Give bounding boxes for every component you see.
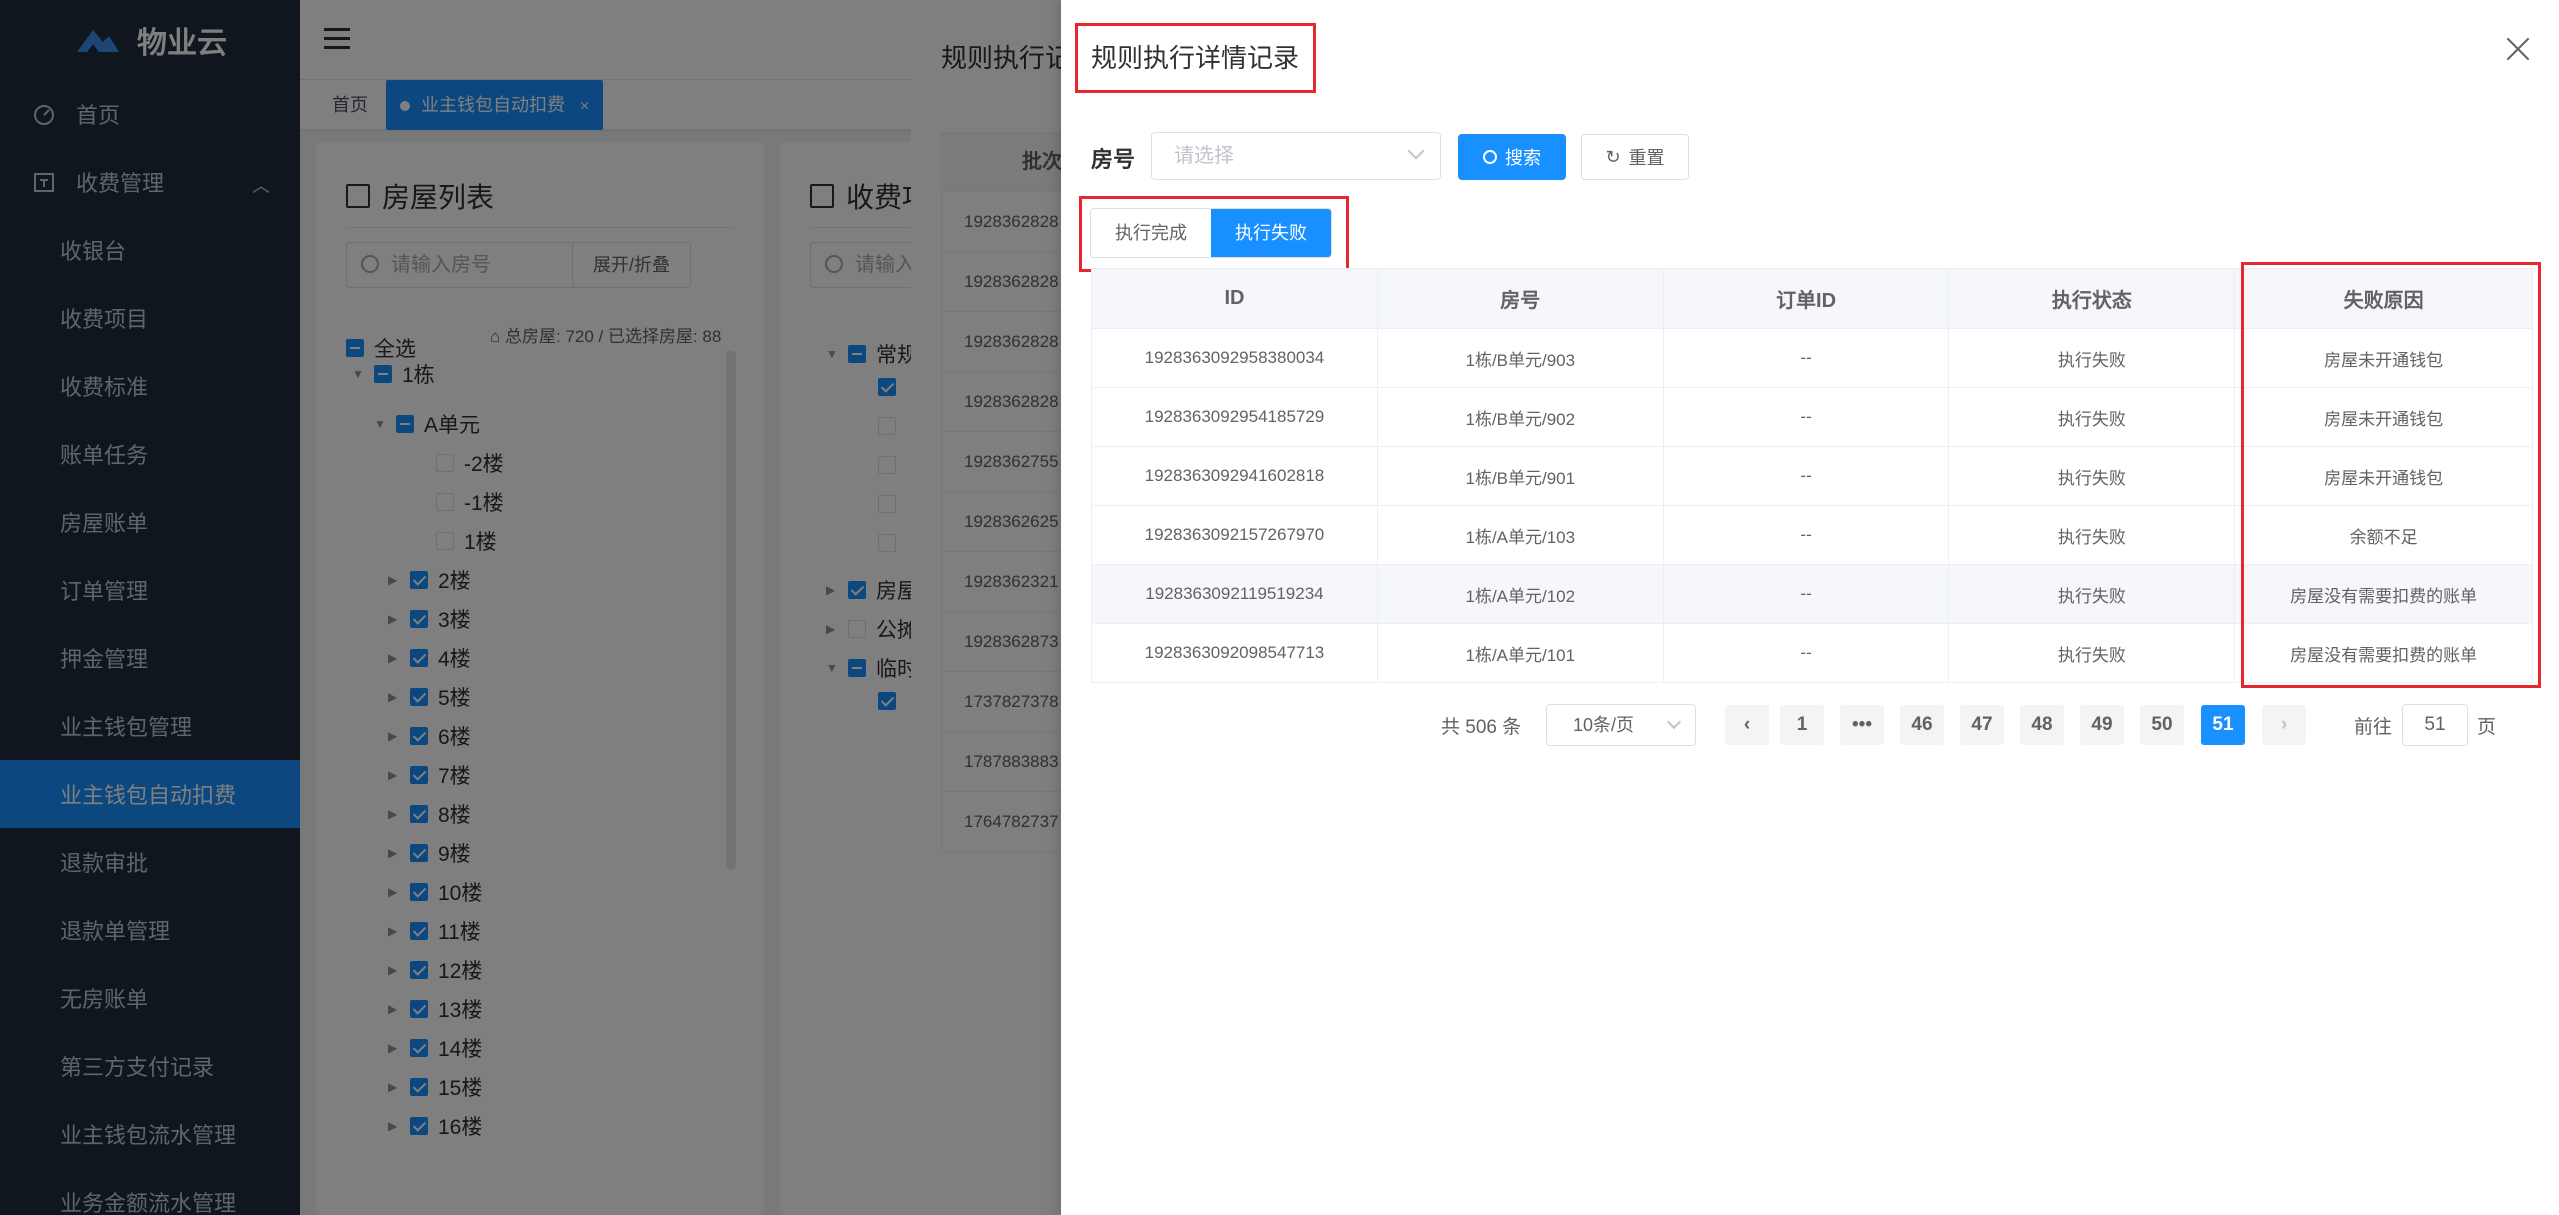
table-cell: --: [1663, 446, 1950, 506]
drawer-overlay[interactable]: [911, 0, 1061, 1215]
page-button[interactable]: 51: [2201, 705, 2245, 745]
highlight-box: [1075, 23, 1316, 93]
chevron-left-icon: ‹: [1743, 714, 1751, 735]
table-cell: --: [1663, 505, 1950, 565]
next-page-button[interactable]: ›: [2262, 705, 2306, 745]
table-cell: 1栋/B单元/903: [1377, 328, 1664, 388]
page-button[interactable]: 48: [2020, 705, 2064, 745]
page-size-select[interactable]: 10条/页: [1546, 704, 1696, 746]
table-cell: 1928363092098547713: [1091, 623, 1378, 683]
table-cell: 执行失败: [1948, 387, 2236, 447]
table-cell: 1栋/A单元/102: [1377, 564, 1664, 624]
refresh-icon: ↻: [1605, 146, 1621, 167]
table-cell: 1栋/B单元/902: [1377, 387, 1664, 447]
highlight-box: [1079, 196, 1349, 272]
room-label: 房号: [1091, 147, 1136, 172]
search-button[interactable]: 搜索: [1458, 134, 1566, 180]
table-cell: --: [1663, 328, 1950, 388]
chevron-down-icon: [1666, 714, 1682, 730]
close-icon[interactable]: [2503, 34, 2533, 64]
table-cell: 执行失败: [1948, 564, 2236, 624]
total-count: 共 506 条: [1441, 717, 1522, 738]
table-cell: --: [1663, 387, 1950, 447]
table-cell: 1928363092941602818: [1091, 446, 1378, 506]
page-button[interactable]: 1: [1780, 705, 1824, 745]
table-cell: 执行失败: [1948, 505, 2236, 565]
table-cell: 1栋/B单元/901: [1377, 446, 1664, 506]
table-cell: 1928363092954185729: [1091, 387, 1378, 447]
pagination: 共 506 条 10条/页 ‹ 1 ••• 46 47 48 49 50 51 › 前往 51…: [1061, 702, 2559, 746]
goto-page-input[interactable]: 51: [2402, 704, 2468, 746]
table-cell: 1928363092119519234: [1091, 564, 1378, 624]
search-icon: [1483, 150, 1497, 164]
rule-detail-drawer: 规则执行详情记录 房号 请选择 搜索 ↻ 重置 执行完成 执行失败 ID 房号 订单…: [1061, 0, 2559, 1215]
highlight-box: [2241, 262, 2541, 688]
more-pages-button[interactable]: •••: [1840, 705, 1884, 745]
table-cell: 执行失败: [1948, 328, 2236, 388]
room-select[interactable]: 请选择: [1151, 132, 1441, 180]
column-header: 订单ID: [1663, 268, 1950, 329]
page-button[interactable]: 46: [1900, 705, 1944, 745]
table-cell: 1928363092157267970: [1091, 505, 1378, 565]
page-button[interactable]: 47: [1960, 705, 2004, 745]
column-header: 房号: [1377, 268, 1664, 329]
table-cell: 执行失败: [1948, 446, 2236, 506]
table-cell: --: [1663, 564, 1950, 624]
table-cell: --: [1663, 623, 1950, 683]
reset-button[interactable]: ↻ 重置: [1581, 134, 1689, 180]
prev-page-button[interactable]: ‹: [1725, 705, 1769, 745]
page-button[interactable]: 49: [2080, 705, 2124, 745]
chevron-right-icon: ›: [2280, 714, 2288, 735]
table-cell: 1栋/A单元/101: [1377, 623, 1664, 683]
table-cell: 1928363092958380034: [1091, 328, 1378, 388]
table-cell: 1栋/A单元/103: [1377, 505, 1664, 565]
page-suffix: 页: [2477, 717, 2497, 738]
column-header: ID: [1091, 268, 1378, 329]
goto-label: 前往: [2354, 717, 2393, 738]
chevron-down-icon: [1407, 142, 1425, 160]
page-button[interactable]: 50: [2140, 705, 2184, 745]
column-header: 执行状态: [1948, 268, 2236, 329]
table-cell: 执行失败: [1948, 623, 2236, 683]
